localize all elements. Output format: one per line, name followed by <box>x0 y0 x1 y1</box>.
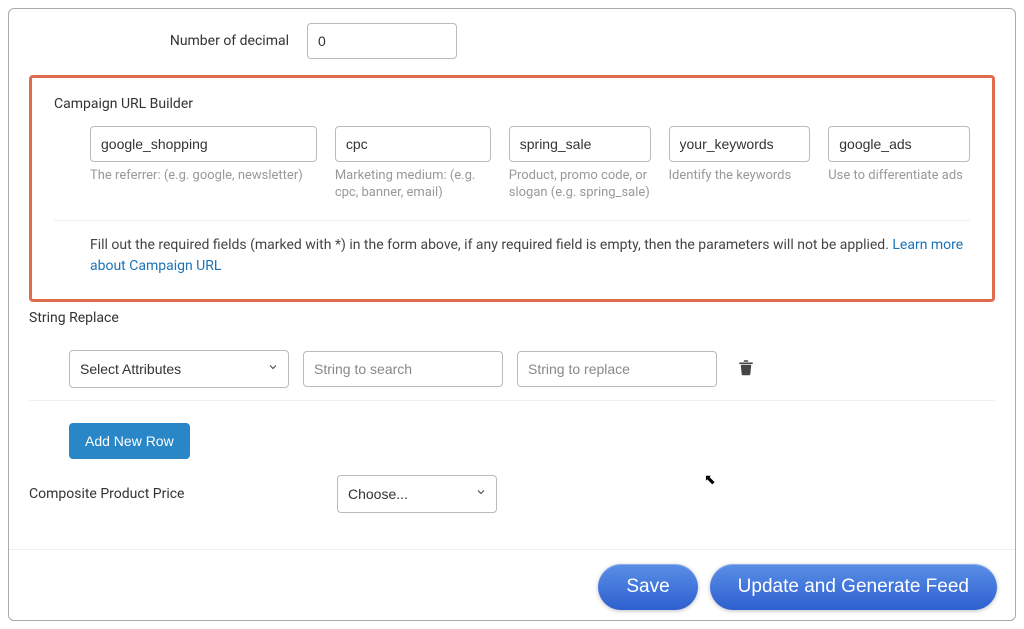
string-search-input[interactable] <box>303 351 503 387</box>
settings-panel: Number of decimal Campaign URL Builder T… <box>8 8 1016 621</box>
string-replace-row: Select Attributes <box>29 340 995 388</box>
utm-term-hint: Identify the keywords <box>669 168 811 185</box>
composite-price-select[interactable]: Choose... <box>337 475 497 513</box>
trash-icon[interactable] <box>731 358 761 380</box>
campaign-notice-text: Fill out the required fields (marked wit… <box>90 237 892 253</box>
utm-fields-row: The referrer: (e.g. google, newsletter) … <box>54 126 970 202</box>
campaign-url-builder-box: Campaign URL Builder The referrer: (e.g.… <box>29 75 995 302</box>
decimal-label: Number of decimal <box>29 33 289 49</box>
utm-content-hint: Use to differentiate ads <box>828 168 970 185</box>
utm-medium-hint: Marketing medium: (e.g. cpc, banner, ema… <box>335 168 491 202</box>
divider <box>29 400 995 401</box>
composite-price-row: Composite Product Price Choose... <box>29 459 995 537</box>
campaign-title: Campaign URL Builder <box>54 96 970 112</box>
decimal-input[interactable] <box>307 23 457 59</box>
divider <box>54 220 970 221</box>
update-generate-feed-button[interactable]: Update and Generate Feed <box>710 564 997 610</box>
string-replace-title: String Replace <box>29 310 995 326</box>
utm-name-hint: Product, promo code, or slogan (e.g. spr… <box>509 168 651 202</box>
select-attributes-dropdown[interactable]: Select Attributes <box>69 350 289 388</box>
utm-name-input[interactable] <box>509 126 651 162</box>
utm-term-input[interactable] <box>669 126 811 162</box>
add-new-row-button[interactable]: Add New Row <box>69 423 190 459</box>
decimal-row: Number of decimal <box>29 11 995 71</box>
footer-actions: Save Update and Generate Feed <box>9 549 1015 620</box>
utm-source-input[interactable] <box>90 126 317 162</box>
utm-source-hint: The referrer: (e.g. google, newsletter) <box>90 168 317 185</box>
campaign-notice: Fill out the required fields (marked wit… <box>54 235 970 277</box>
utm-medium-input[interactable] <box>335 126 491 162</box>
utm-content-input[interactable] <box>828 126 970 162</box>
composite-price-label: Composite Product Price <box>29 486 319 502</box>
save-button[interactable]: Save <box>598 564 697 610</box>
string-replace-input[interactable] <box>517 351 717 387</box>
